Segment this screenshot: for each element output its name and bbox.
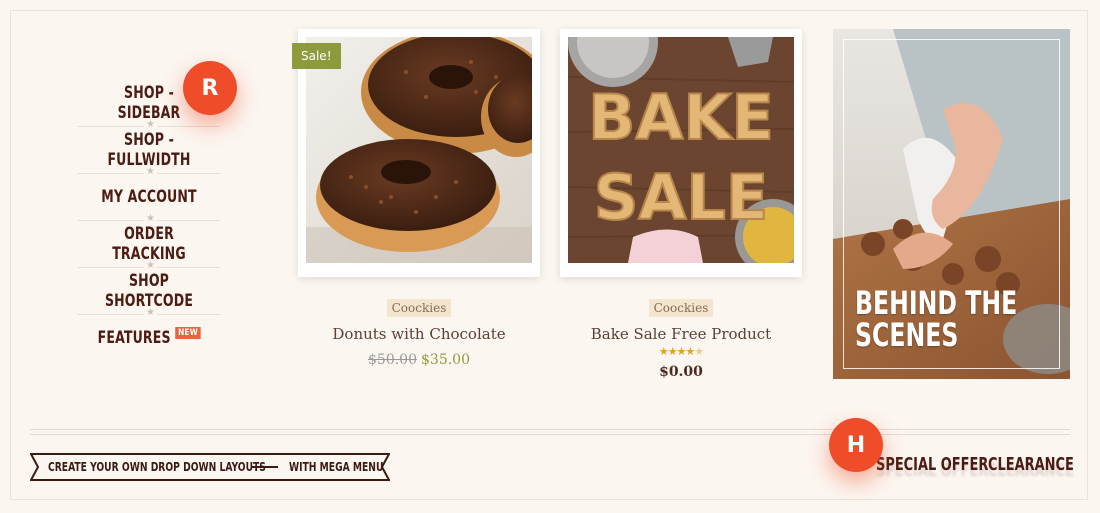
product-category-link[interactable]: Coockies — [386, 299, 452, 317]
product-info-donuts: Coockies Donuts with Chocolate $50.00 $35… — [298, 297, 540, 368]
sale-price: $35.00 — [421, 352, 470, 368]
divider-bottom — [30, 434, 1070, 435]
product-info-bake-sale: Coockies Bake Sale Free Product ★★★★★ $0… — [560, 297, 802, 380]
bake-sale-image: BAKE SALE — [568, 37, 794, 263]
new-badge: NEW — [175, 327, 201, 339]
h-circle-button[interactable]: H — [829, 418, 883, 472]
sale-badge: Sale! — [292, 43, 341, 69]
donut-image — [306, 37, 532, 263]
divider-top — [30, 429, 1070, 430]
menu-item-label: Shop - Fullwidth — [107, 130, 191, 170]
r-circle-button[interactable]: R — [183, 61, 237, 115]
product-name-link[interactable]: Donuts with Chocolate — [298, 325, 540, 343]
bake-text: BAKE — [588, 81, 774, 154]
product-card-bake-sale[interactable]: BAKE SALE — [560, 29, 802, 277]
r-circle-label: R — [201, 75, 219, 101]
mega-menu-ribbon: Create your own drop down layouts With m… — [29, 452, 391, 486]
menu-item-label: Order Tracking — [112, 224, 186, 264]
bake-sale-product-image[interactable]: BAKE SALE — [568, 37, 794, 263]
promo-title-line2: Scenes — [855, 316, 959, 354]
ribbon-text-right: With mega menu — [289, 460, 384, 474]
product-price: $50.00 $35.00 — [298, 349, 540, 368]
old-price: $50.00 — [368, 352, 417, 368]
sale-text: SALE — [594, 161, 769, 234]
product-category-link[interactable]: Coockies — [648, 299, 714, 317]
h-circle-label: H — [846, 432, 866, 458]
menu-item-label: Features — [97, 328, 171, 348]
menu-item-features[interactable]: Features NEW — [91, 315, 207, 361]
menu-item-label: Shop Shortcode — [104, 271, 194, 311]
donut-product-image[interactable] — [306, 37, 532, 263]
clearance-link[interactable]: Clearance — [988, 454, 1074, 475]
rating-stars: ★★★★★ — [658, 345, 704, 358]
promo-title-line1: Behind the — [855, 284, 1018, 322]
mega-menu-list: Shop - Sidebar ★ Shop - Fullwidth ★ My A… — [78, 80, 220, 361]
product-price: $0.00 — [659, 364, 703, 380]
promo-banner[interactable]: Behind the Scenes — [833, 29, 1070, 379]
menu-item-label: My Account — [101, 187, 197, 207]
special-offer-link[interactable]: Special Offer — [876, 454, 988, 475]
ribbon-text-left: Create your own drop down layouts — [48, 460, 266, 474]
promo-title: Behind the Scenes — [855, 287, 1017, 351]
product-name-link[interactable]: Bake Sale Free Product — [560, 325, 802, 343]
